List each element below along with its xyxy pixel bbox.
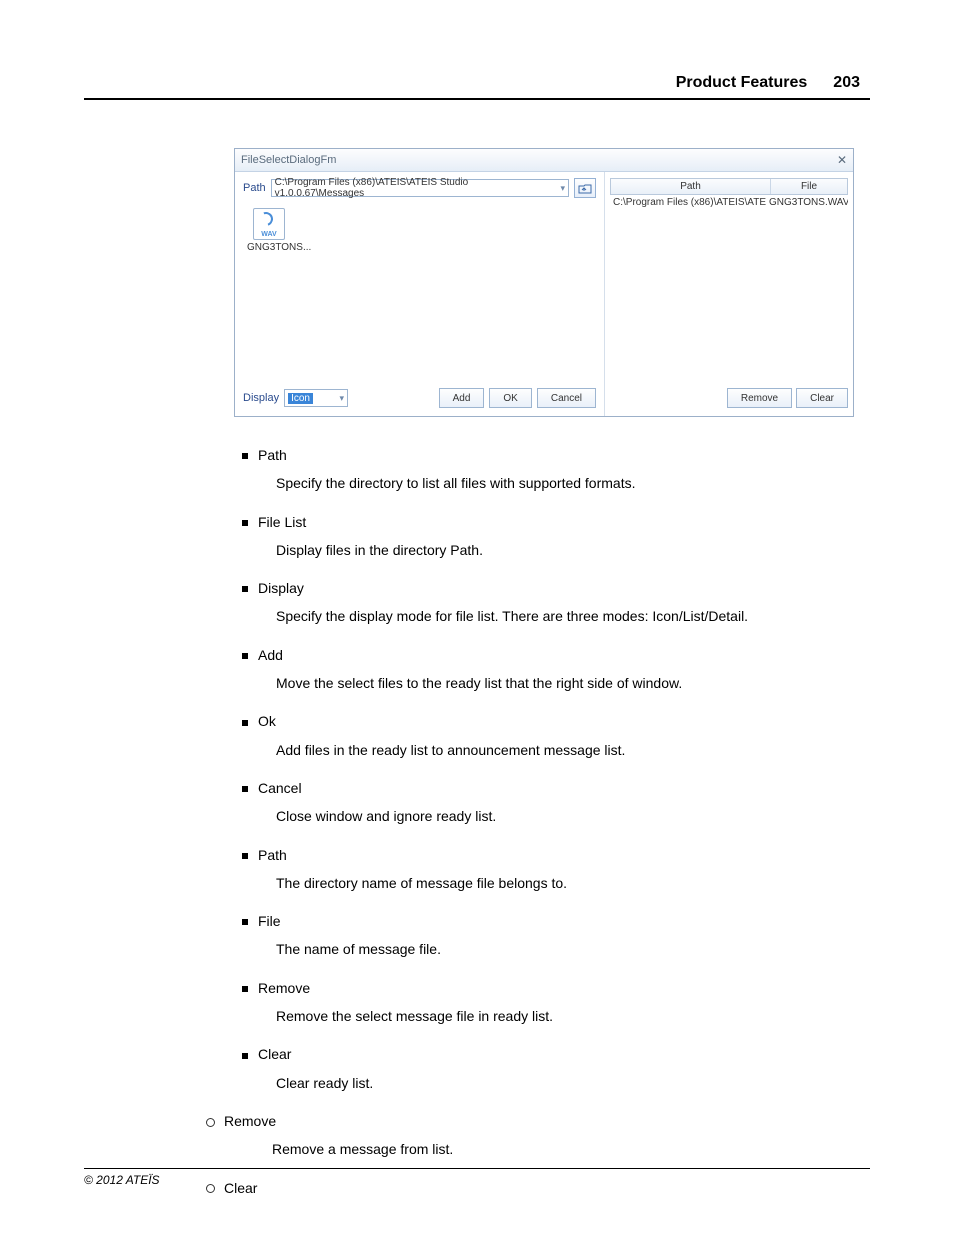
- bullet-icon: [242, 986, 248, 992]
- ready-list-header: Path File: [610, 178, 848, 195]
- table-row[interactable]: C:\Program Files (x86)\ATEIS\ATEIS GNG3T…: [610, 195, 848, 210]
- col-path[interactable]: Path: [611, 179, 771, 194]
- bullet-icon: [242, 1053, 248, 1059]
- ok-button[interactable]: OK: [489, 388, 531, 408]
- term: Remove: [258, 980, 310, 996]
- path-dropdown-icon[interactable]: ▾: [560, 183, 565, 194]
- term: Ok: [258, 713, 276, 729]
- path-label: Path: [243, 182, 266, 194]
- header-title: Product Features: [676, 74, 808, 92]
- term: Remove: [224, 1113, 276, 1129]
- display-select[interactable]: Icon ▾: [284, 389, 348, 407]
- path-value: C:\Program Files (x86)\ATEIS\ATEIS Studi…: [275, 177, 561, 199]
- circle-bullet-icon: [206, 1118, 215, 1127]
- display-dropdown-icon: ▾: [340, 393, 345, 404]
- description: Specify the display mode for file list. …: [276, 606, 870, 626]
- dialog-title: FileSelectDialogFm: [241, 154, 336, 166]
- bullet-icon: [242, 720, 248, 726]
- cell-path: C:\Program Files (x86)\ATEIS\ATEIS: [610, 195, 766, 210]
- description: The directory name of message file belon…: [276, 873, 870, 893]
- cancel-button[interactable]: Cancel: [537, 388, 596, 408]
- add-button[interactable]: Add: [439, 388, 485, 408]
- ready-list[interactable]: C:\Program Files (x86)\ATEIS\ATEIS GNG3T…: [610, 195, 848, 382]
- description: Remove a message from list.: [272, 1139, 870, 1159]
- term: Display: [258, 580, 304, 596]
- term: Clear: [258, 1046, 291, 1062]
- definition-list: Path Specify the directory to list all fi…: [242, 445, 870, 1198]
- term: File: [258, 913, 281, 929]
- file-list-area[interactable]: GNG3TONS...: [243, 204, 596, 382]
- dialog-titlebar: FileSelectDialogFm ✕: [235, 149, 853, 172]
- bullet-icon: [242, 853, 248, 859]
- footer-copyright: © 2012 ATEÏS: [84, 1168, 870, 1187]
- description: Display files in the directory Path.: [276, 540, 870, 560]
- file-name: GNG3TONS...: [247, 242, 311, 253]
- description: Close window and ignore ready list.: [276, 806, 870, 826]
- wav-file-icon: [253, 208, 285, 240]
- clear-button[interactable]: Clear: [796, 388, 848, 408]
- cell-file: GNG3TONS.WAV: [766, 195, 848, 210]
- term: Add: [258, 647, 283, 663]
- display-label: Display: [243, 392, 279, 404]
- remove-button[interactable]: Remove: [727, 388, 792, 408]
- description: Clear ready list.: [276, 1073, 870, 1093]
- description: Remove the select message file in ready …: [276, 1006, 870, 1026]
- term: File List: [258, 514, 306, 530]
- bullet-icon: [242, 653, 248, 659]
- page-number: 203: [833, 74, 860, 92]
- folder-up-button[interactable]: [574, 178, 596, 198]
- description: Add files in the ready list to announcem…: [276, 740, 870, 760]
- bullet-icon: [242, 919, 248, 925]
- path-input[interactable]: C:\Program Files (x86)\ATEIS\ATEIS Studi…: [271, 179, 569, 197]
- description: The name of message file.: [276, 939, 870, 959]
- file-select-dialog: FileSelectDialogFm ✕ Path C:\Program Fil…: [234, 148, 854, 417]
- description: Specify the directory to list all files …: [276, 473, 870, 493]
- col-file[interactable]: File: [771, 179, 847, 194]
- bullet-icon: [242, 453, 248, 459]
- bullet-icon: [242, 786, 248, 792]
- close-icon[interactable]: ✕: [837, 153, 847, 167]
- file-item[interactable]: GNG3TONS...: [247, 208, 291, 253]
- term: Path: [258, 847, 287, 863]
- term: Path: [258, 447, 287, 463]
- bullet-icon: [242, 586, 248, 592]
- description: Move the select files to the ready list …: [276, 673, 870, 693]
- bullet-icon: [242, 520, 248, 526]
- display-value: Icon: [288, 393, 313, 404]
- term: Cancel: [258, 780, 302, 796]
